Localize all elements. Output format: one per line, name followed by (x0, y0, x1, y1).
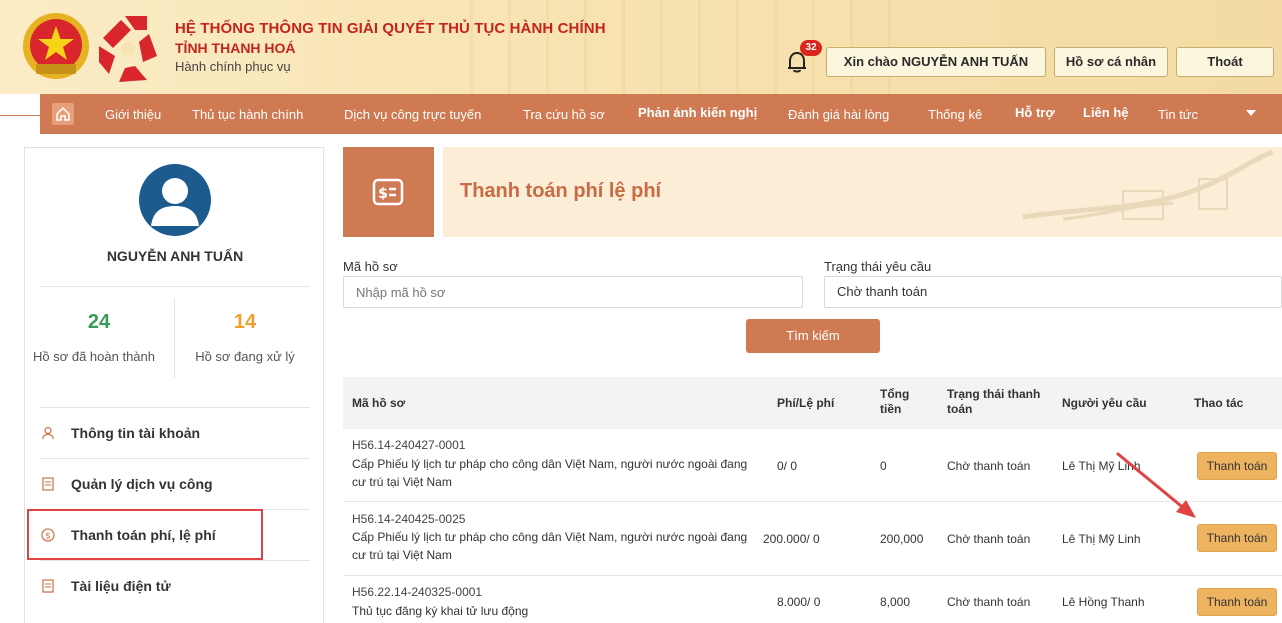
col-fee: Phí/Lệ phí (777, 396, 835, 410)
menu-public-services[interactable]: Quản lý dịch vụ công (25, 459, 325, 509)
col-requester: Người yêu cầu (1062, 396, 1147, 410)
notification-badge[interactable]: 32 (800, 40, 822, 56)
code-label: Mã hồ sơ (343, 259, 398, 274)
row-fee: 0/ 0 (777, 459, 798, 473)
menu-account-info[interactable]: Thông tin tài khoản (25, 408, 325, 458)
nav-gioi-thieu[interactable]: Giới thiệu (105, 94, 161, 134)
code-input[interactable] (343, 276, 803, 308)
national-emblem-logo[interactable] (22, 12, 90, 80)
crane-decoration (1022, 149, 1274, 221)
status-label: Trạng thái yêu cầu (824, 259, 932, 274)
pay-button[interactable]: Thanh toán (1197, 588, 1277, 616)
nav-thong-ke[interactable]: Thống kê (928, 94, 982, 134)
chevron-down-icon[interactable] (1246, 110, 1256, 116)
slogan: Hành chính phục vụ (175, 59, 291, 74)
thanh-hoa-logo[interactable] (95, 12, 161, 84)
row-fee: 8.000/ 0 (777, 595, 821, 609)
arrow-annotation (1116, 452, 1196, 518)
row-fee: 200.000/ 0 (763, 532, 820, 546)
system-title: HỆ THỐNG THÔNG TIN GIẢI QUYẾT THỦ TỤC HÀ… (175, 20, 606, 37)
row-requester: Lê Hồng Thanh (1062, 595, 1145, 609)
row-code: H56.14-240425-0025 (352, 512, 466, 526)
row-desc: Cấp Phiếu lý lịch tư pháp cho công dân V… (352, 457, 748, 471)
row-total: 8,000 (880, 595, 911, 609)
menu-e-documents[interactable]: Tài liệu điện tử (25, 561, 325, 611)
pay-button[interactable]: Thanh toán (1197, 524, 1277, 552)
processing-label: Hồ sơ đang xử lý (195, 349, 295, 364)
processing-count: 14 (233, 311, 257, 333)
document-icon (42, 579, 54, 593)
row-code: H56.22.14-240325-0001 (352, 585, 483, 599)
menu-label: Quản lý dịch vụ công (71, 476, 213, 492)
svg-text:$: $ (378, 186, 388, 202)
document-icon (42, 477, 54, 491)
site-header: HỆ THỐNG THÔNG TIN GIẢI QUYẾT THỦ TỤC HÀ… (0, 0, 1282, 94)
payment-icon: $ (372, 178, 404, 206)
row-status: Chờ thanh toán (947, 459, 1031, 473)
row-desc: cư trú tại Việt Nam (352, 475, 452, 489)
greeting-button[interactable]: Xin chào NGUYỄN ANH TUẤN (826, 47, 1046, 77)
row-total: 0 (880, 459, 887, 473)
col-total-2: tiền (880, 402, 902, 416)
banner-icon-box: $ (343, 147, 434, 237)
nav-dich-vu-cong[interactable]: Dịch vụ công trực tuyến (344, 94, 481, 134)
row-code: H56.14-240427-0001 (352, 438, 466, 452)
col-action: Thao tác (1194, 396, 1244, 410)
row-desc: Thủ tục đăng ký khai tử lưu động (352, 604, 529, 618)
table-header: Mã hồ sơ Phí/Lệ phí Tổng tiền Trạng thái… (343, 377, 1282, 429)
completed-count: 24 (87, 311, 111, 333)
highlight-box (27, 509, 263, 560)
divider (40, 286, 310, 287)
province-title: TỈNH THANH HOÁ (175, 40, 296, 56)
sidebar: NGUYỄN ANH TUẤN 24 Hồ sơ đã hoàn thành 1… (24, 147, 324, 623)
avatar (139, 164, 211, 236)
menu-label: Thông tin tài khoản (71, 425, 201, 441)
status-select[interactable]: Chờ thanh toán (824, 276, 1282, 308)
search-button[interactable]: Tìm kiếm (746, 319, 880, 353)
row-status: Chờ thanh toán (947, 532, 1031, 546)
table-row: H56.22.14-240325-0001 Thủ tục đăng ký kh… (343, 576, 1282, 623)
main-nav: Giới thiệu Thủ tục hành chính Dịch vụ cô… (40, 94, 1282, 134)
row-requester: Lê Thị Mỹ Linh (1062, 532, 1141, 546)
col-total-1: Tổng (880, 387, 910, 401)
row-status: Chờ thanh toán (947, 595, 1031, 609)
row-desc: cư trú tại Việt Nam (352, 548, 452, 562)
page-title: Thanh toán phí lệ phí (460, 180, 662, 202)
profile-button[interactable]: Hồ sơ cá nhân (1054, 47, 1168, 77)
home-icon[interactable] (52, 103, 74, 125)
user-name: NGUYỄN ANH TUẤN (106, 248, 244, 264)
col-status-2: toán (947, 402, 973, 416)
nav-tin-tuc[interactable]: Tin tức (1158, 94, 1198, 134)
nav-danh-gia[interactable]: Đánh giá hài lòng (788, 94, 889, 134)
nav-phan-anh[interactable]: Phản ánh kiến nghị (638, 94, 757, 134)
col-status-1: Trạng thái thanh (947, 387, 1041, 401)
nav-ho-tro[interactable]: Hỗ trợ (1015, 94, 1055, 134)
row-desc: Cấp Phiếu lý lịch tư pháp cho công dân V… (352, 530, 748, 544)
row-total: 200,000 (880, 532, 924, 546)
completed-label: Hồ sơ đã hoàn thành (32, 349, 155, 364)
user-icon (41, 426, 55, 440)
logout-button[interactable]: Thoát (1176, 47, 1274, 77)
nav-tra-cuu[interactable]: Tra cứu hồ sơ (523, 94, 605, 134)
menu-label: Tài liệu điện tử (71, 578, 171, 594)
nav-left-line (0, 115, 40, 116)
nav-thu-tuc[interactable]: Thủ tục hành chính (192, 94, 303, 134)
divider (174, 298, 175, 378)
page-banner: Thanh toán phí lệ phí (443, 147, 1282, 237)
col-code: Mã hồ sơ (352, 396, 406, 410)
nav-lien-he[interactable]: Liên hệ (1083, 94, 1129, 134)
